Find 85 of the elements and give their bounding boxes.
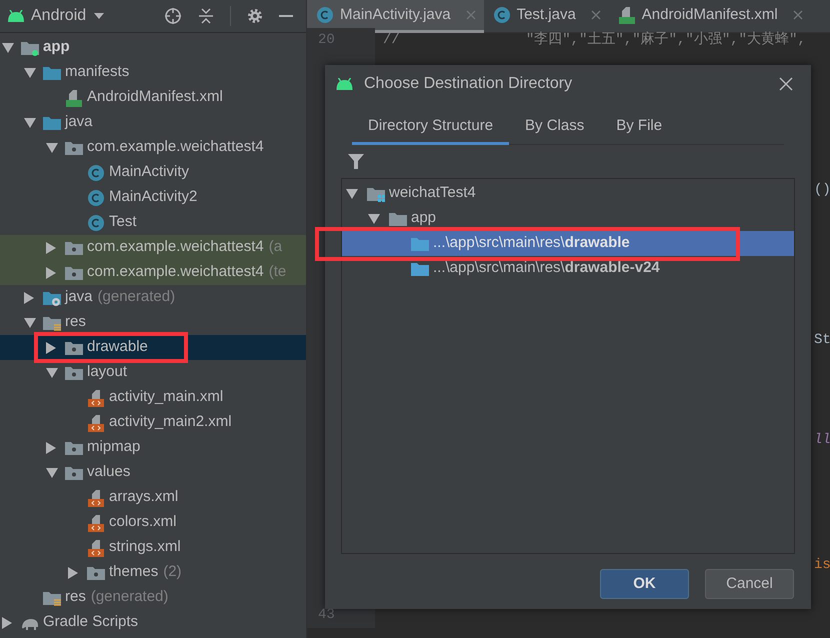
code-text: ()	[814, 181, 830, 200]
arrow-down-icon[interactable]	[24, 68, 36, 78]
arrow-down-icon[interactable]	[46, 468, 58, 478]
arrow-right-icon[interactable]	[68, 566, 78, 578]
android-icon	[335, 78, 354, 90]
tree-item[interactable]: values	[87, 461, 130, 484]
class-icon	[492, 6, 512, 24]
arrow-right-icon[interactable]	[24, 292, 34, 304]
view-dropdown[interactable]: Android	[31, 4, 104, 28]
arrow-down-icon[interactable]	[346, 188, 358, 198]
minimize-icon[interactable]	[279, 14, 293, 18]
xml-file-icon	[86, 414, 106, 432]
xml-file-icon	[86, 514, 106, 532]
tree-item[interactable]: AndroidManifest.xml	[87, 86, 223, 109]
tree-item[interactable]: weichatTest4	[389, 182, 476, 205]
tree-item[interactable]: com.example.weichattest4	[87, 136, 264, 159]
arrow-down-icon[interactable]	[46, 368, 58, 378]
tree-item[interactable]: drawable	[87, 336, 148, 359]
settings-icon[interactable]	[247, 8, 263, 24]
code-text: St	[814, 331, 830, 350]
tree-item[interactable]: app	[411, 207, 436, 230]
tree-item[interactable]: com.example.weichattest4	[87, 236, 264, 259]
tree-item[interactable]: Test	[109, 211, 137, 234]
tree-item[interactable]: com.example.weichattest4	[87, 261, 264, 284]
arrow-down-icon[interactable]	[24, 118, 36, 128]
dialog-tab[interactable]: Directory Structure	[352, 111, 510, 145]
dialog-tab[interactable]: By Class	[509, 111, 600, 145]
view-label: Android	[31, 6, 86, 26]
class-icon	[86, 188, 106, 206]
tree-item[interactable]: MainActivity2	[109, 186, 198, 209]
code-line: // "李四","土五","麻子","小强","大黄蜂",	[383, 30, 806, 50]
ok-button[interactable]: OK	[600, 569, 689, 599]
code-text: is	[814, 556, 830, 575]
tree-item[interactable]: java	[65, 286, 93, 309]
tree-item[interactable]: themes	[109, 561, 158, 584]
manifest-file-icon	[616, 6, 637, 24]
class-icon	[86, 214, 106, 232]
class-icon	[315, 6, 335, 24]
tree-item[interactable]: activity_main2.xml	[109, 411, 232, 434]
arrow-right-icon[interactable]	[46, 442, 56, 454]
arrow-down-icon[interactable]	[24, 318, 36, 328]
cancel-button[interactable]: Cancel	[705, 569, 794, 599]
tree-item[interactable]: app	[43, 36, 70, 59]
tree-item[interactable]: layout	[87, 361, 128, 384]
code-text: ll	[814, 431, 830, 450]
tree-item-note: (generated)	[98, 287, 176, 308]
arrow-down-icon[interactable]	[368, 214, 380, 224]
tree-item[interactable]: colors.xml	[109, 511, 177, 534]
dialog-tab[interactable]: By File	[600, 111, 678, 145]
arrow-right-icon[interactable]	[46, 242, 56, 254]
tree-item[interactable]: Gradle Scripts	[43, 611, 138, 634]
tree-item[interactable]: java	[65, 111, 93, 134]
tree-item-note: (2)	[163, 562, 182, 582]
arrow-down-icon[interactable]	[46, 142, 58, 152]
filter-icon[interactable]	[348, 154, 364, 169]
xml-file-icon	[86, 538, 106, 556]
tree-item[interactable]: ...\app\src\main\res\drawable-v24	[433, 257, 660, 280]
collapse-all-icon[interactable]	[198, 8, 214, 24]
tree-item[interactable]: mipmap	[87, 436, 140, 459]
tree-item-note: (te	[268, 262, 286, 282]
tree-item-note: (generated)	[90, 587, 168, 608]
editor-tab[interactable]: Test.java	[484, 0, 609, 33]
tree-item[interactable]: res	[65, 586, 86, 609]
locate-icon[interactable]	[164, 7, 182, 25]
android-icon	[7, 10, 25, 22]
caret-icon	[94, 13, 104, 19]
tree-item-note: (a	[268, 237, 282, 258]
tree-item[interactable]: manifests	[65, 61, 130, 84]
arrow-down-icon[interactable]	[2, 42, 14, 52]
editor-tab[interactable]: MainActivity.java	[307, 0, 484, 33]
arrow-right-icon[interactable]	[46, 266, 56, 278]
arrow-right-icon[interactable]	[2, 616, 12, 628]
tree-item[interactable]: MainActivity	[109, 161, 190, 184]
tree-item[interactable]: res	[65, 311, 86, 334]
arrow-right-icon[interactable]	[46, 342, 56, 354]
xml-file-icon	[86, 388, 106, 406]
dialog-title: Choose Destination Directory	[364, 74, 572, 94]
manifest-file-icon	[64, 88, 84, 106]
tree-item[interactable]: activity_main.xml	[109, 386, 224, 409]
class-icon	[86, 164, 106, 182]
tree-item[interactable]: arrays.xml	[109, 486, 178, 509]
close-icon[interactable]	[779, 77, 793, 91]
editor-tab[interactable]: AndroidManifest.xml	[608, 0, 811, 33]
xml-file-icon	[86, 488, 106, 506]
tree-item[interactable]: strings.xml	[109, 536, 181, 559]
